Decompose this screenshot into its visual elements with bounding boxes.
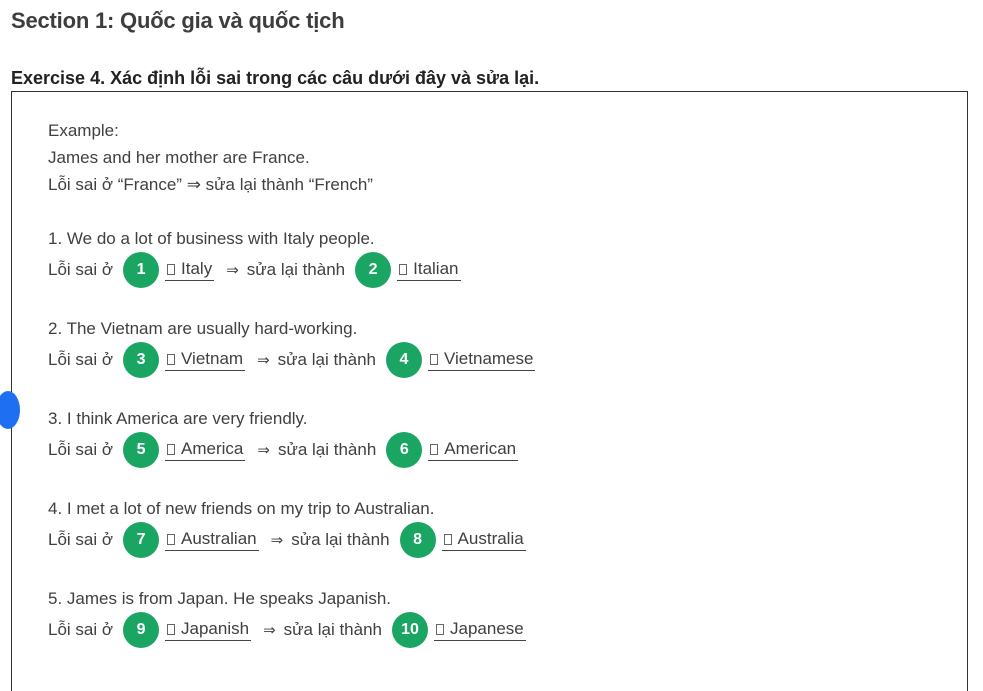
answer-row: Lỗi sai ở 5 America ⇒ sửa lại thành 6 Am… — [48, 432, 519, 468]
fix-label: sửa lại thành — [291, 530, 390, 549]
answer-number-badge[interactable]: 2 — [355, 252, 392, 288]
missing-glyph-icon — [443, 533, 452, 545]
answer-dropdown-error[interactable]: Japanish — [165, 619, 252, 641]
answer-number-badge[interactable]: 4 — [386, 342, 422, 378]
error-label: Lỗi sai ở — [48, 350, 114, 369]
answer-dropdown-error[interactable]: Italy — [165, 259, 215, 281]
example-sentence: James and her mother are France. — [48, 148, 310, 167]
arrow-icon: ⇒ — [257, 352, 270, 369]
missing-glyph-icon — [167, 533, 176, 545]
answer-value: American — [444, 439, 517, 458]
fix-label: sửa lại thành — [246, 260, 346, 279]
answer-dropdown-fix[interactable]: Australia — [441, 529, 526, 551]
answer-number-badge[interactable]: 6 — [386, 432, 423, 468]
answer-row: Lỗi sai ở 7 Australian ⇒ sửa lại thành 8… — [48, 522, 526, 558]
answer-value: Japanish — [181, 619, 250, 638]
answer-row: Lỗi sai ở 3 Vietnam ⇒ sửa lại thành 4 Vi… — [48, 342, 536, 378]
question-sentence: 5. James is from Japan. He speaks Japani… — [48, 589, 391, 608]
answer-value: Vietnam — [181, 349, 244, 368]
answer-number-badge[interactable]: 9 — [123, 612, 160, 648]
arrow-icon: ⇒ — [257, 442, 270, 459]
answer-number-badge[interactable]: 8 — [399, 522, 436, 558]
answer-dropdown-error[interactable]: Australian — [165, 529, 259, 551]
answer-value: Vietnamese — [444, 349, 534, 368]
arrow-icon: ⇒ — [263, 622, 276, 639]
answer-number-badge[interactable]: 10 — [392, 612, 428, 648]
side-marker[interactable] — [0, 391, 20, 429]
error-label: Lỗi sai ở — [48, 440, 114, 459]
error-label: Lỗi sai ở — [48, 260, 114, 279]
missing-glyph-icon — [167, 623, 176, 635]
missing-glyph-icon — [436, 623, 444, 635]
arrow-icon: ⇒ — [270, 532, 284, 549]
missing-glyph-icon — [167, 353, 176, 365]
answer-dropdown-fix[interactable]: American — [428, 439, 519, 461]
answer-row: Lỗi sai ở 1 Italy ⇒ sửa lại thành 2 Ital… — [48, 252, 461, 288]
answer-number-badge[interactable]: 7 — [123, 522, 160, 558]
answer-number-badge[interactable]: 1 — [123, 252, 160, 288]
error-label: Lỗi sai ở — [48, 530, 114, 549]
answer-value: Australian — [181, 529, 257, 548]
answer-row: Lỗi sai ở 9 Japanish ⇒ sửa lại thành 10 … — [48, 612, 526, 648]
answer-dropdown-error[interactable]: America — [165, 439, 246, 461]
fix-label: sửa lại thành — [277, 350, 376, 369]
question-sentence: 4. I met a lot of new friends on my trip… — [48, 499, 435, 518]
answer-value: Italian — [413, 259, 459, 278]
question-sentence: 3. I think America are very friendly. — [48, 409, 308, 428]
example-explanation: Lỗi sai ở “France” ⇒ sửa lại thành “Fren… — [48, 175, 373, 194]
fix-label: sửa lại thành — [283, 620, 382, 639]
error-label: Lỗi sai ở — [48, 620, 114, 639]
answer-dropdown-fix[interactable]: Vietnamese — [428, 349, 536, 371]
answer-dropdown-error[interactable]: Vietnam — [165, 349, 246, 371]
answer-value: Italy — [181, 259, 213, 278]
question-sentence: 2. The Vietnam are usually hard-working. — [48, 319, 358, 338]
question-sentence: 1. We do a lot of business with Italy pe… — [48, 229, 375, 248]
missing-glyph-icon — [167, 263, 176, 275]
answer-value: Australia — [457, 529, 524, 548]
answer-dropdown-fix[interactable]: Japanese — [434, 619, 526, 641]
answer-number-badge[interactable]: 3 — [123, 342, 160, 378]
answer-value: America — [181, 439, 244, 458]
fix-label: sửa lại thành — [277, 440, 377, 459]
section-title: Section 1: Quốc gia và quốc tịch — [11, 8, 345, 33]
exercise-title: Exercise 4. Xác định lỗi sai trong các c… — [11, 68, 540, 88]
answer-dropdown-fix[interactable]: Italian — [397, 259, 461, 281]
missing-glyph-icon — [399, 263, 408, 275]
missing-glyph-icon — [430, 443, 439, 455]
missing-glyph-icon — [167, 443, 176, 455]
example-heading: Example: — [48, 121, 119, 140]
arrow-icon: ⇒ — [226, 262, 239, 279]
exercise-box: Example: James and her mother are France… — [0, 91, 968, 691]
answer-value: Japanese — [450, 619, 524, 638]
missing-glyph-icon — [430, 353, 438, 365]
answer-number-badge[interactable]: 5 — [123, 432, 160, 468]
